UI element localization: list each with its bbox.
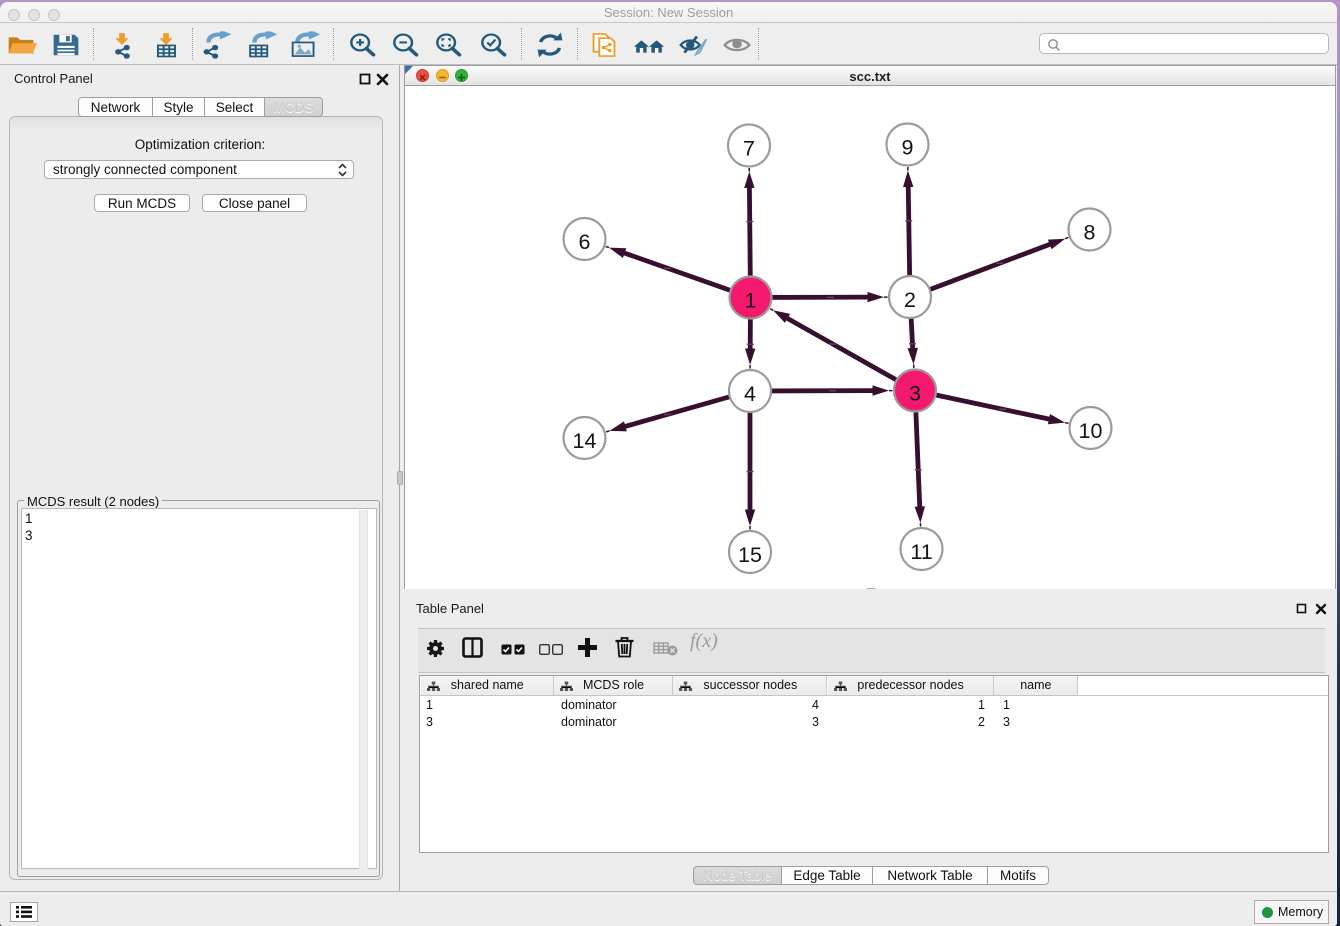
svg-text:9: 9: [902, 136, 914, 160]
svg-text:8: 8: [1084, 221, 1096, 245]
svg-text:2: 2: [904, 288, 916, 312]
svg-text:10: 10: [1079, 419, 1103, 443]
svg-text:1: 1: [745, 289, 757, 313]
svg-text:15: 15: [738, 543, 762, 567]
svg-text:14: 14: [573, 429, 597, 453]
svg-text:6: 6: [579, 230, 591, 254]
svg-text:4: 4: [744, 382, 756, 406]
svg-text:3: 3: [909, 382, 921, 406]
svg-text:7: 7: [743, 137, 755, 161]
svg-text:11: 11: [910, 540, 932, 564]
